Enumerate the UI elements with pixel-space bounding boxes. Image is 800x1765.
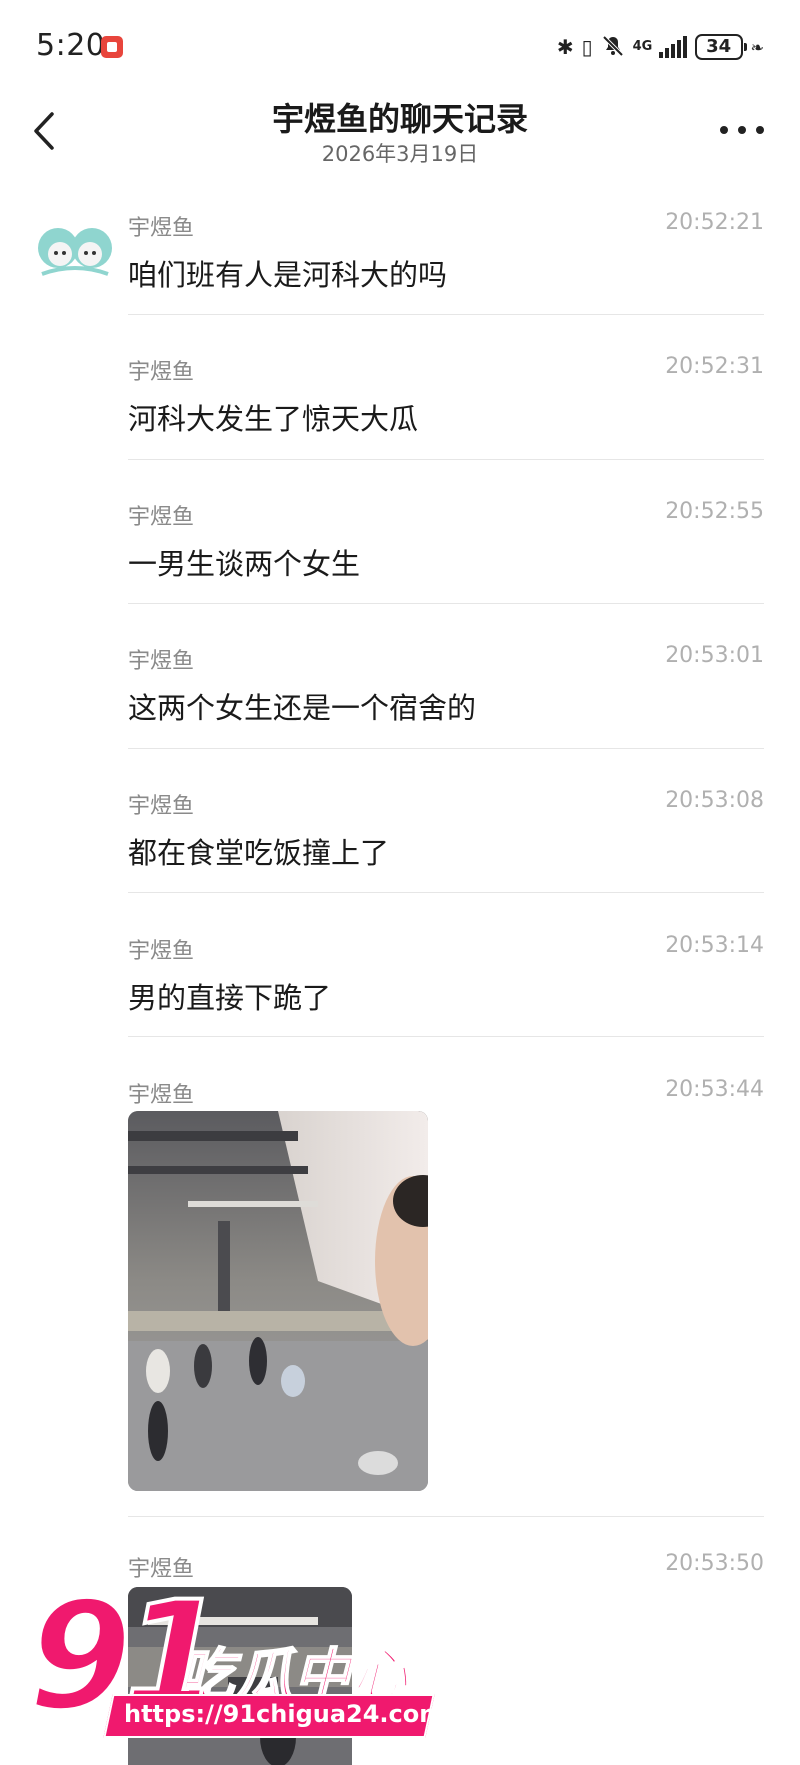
leaf-icon: ❧ [750, 37, 764, 57]
message-item[interactable]: 宇煜鱼 20:52:21 咱们班有人是河科大的吗 [128, 210, 764, 292]
message-item: 宇煜鱼 20:53:44 [128, 1077, 764, 1108]
message-photo[interactable] [128, 1111, 428, 1491]
message-item: 宇煜鱼 20:53:50 [128, 1551, 764, 1582]
network-type-icon: 4G [632, 39, 653, 54]
message-item[interactable]: 宇煜鱼 20:53:01 这两个女生还是一个宿舍的 [128, 643, 764, 725]
status-icons: ✱ ▯ 4G 34 ❧ [557, 30, 764, 64]
message-time: 20:53:08 [665, 788, 764, 813]
message-sender: 宇煜鱼 [128, 1083, 195, 1108]
muted-bell-icon [601, 34, 625, 61]
divider [128, 603, 764, 604]
divider [128, 314, 764, 315]
message-text: 都在食堂吃饭撞上了 [128, 836, 390, 870]
message-item[interactable]: 宇煜鱼 20:53:08 都在食堂吃饭撞上了 [128, 788, 764, 870]
divider [128, 748, 764, 749]
message-time: 20:52:55 [665, 499, 764, 524]
watermark-logo: 91 吃瓜中心 https://91chigua24.com [26, 1580, 444, 1762]
status-bar: 5:20 ✱ ▯ 4G 34 ❧ [0, 0, 800, 90]
message-item[interactable]: 宇煜鱼 20:52:55 一男生谈两个女生 [128, 499, 764, 581]
message-time: 20:53:50 [665, 1551, 764, 1576]
divider [128, 459, 764, 460]
message-text: 这两个女生还是一个宿舍的 [128, 691, 477, 725]
message-item[interactable]: 宇煜鱼 20:52:31 河科大发生了惊天大瓜 [128, 354, 764, 436]
message-sender: 宇煜鱼 [128, 505, 195, 530]
divider [128, 1516, 764, 1517]
message-time: 20:52:21 [665, 210, 764, 235]
status-time: 5:20 [36, 28, 106, 63]
avatar[interactable] [36, 218, 114, 278]
message-time: 20:53:44 [665, 1077, 764, 1102]
message-text: 河科大发生了惊天大瓜 [128, 402, 419, 436]
screen-record-icon [101, 36, 123, 58]
page-date: 2026年3月19日 [321, 142, 479, 166]
message-time: 20:52:31 [665, 354, 764, 379]
bluetooth-icon: ✱ [556, 35, 574, 59]
divider [128, 1036, 764, 1037]
battery-icon: 34 [694, 34, 747, 60]
more-options-icon[interactable] [720, 118, 764, 142]
vibrate-icon: ▯ [581, 35, 593, 59]
message-time: 20:53:01 [665, 643, 764, 668]
message-text: 咱们班有人是河科大的吗 [128, 258, 448, 292]
message-sender: 宇煜鱼 [128, 649, 195, 674]
message-time: 20:53:14 [665, 933, 764, 958]
watermark-url: https://91chigua24.com [124, 1700, 445, 1728]
signal-icon [658, 36, 687, 58]
message-sender: 宇煜鱼 [128, 360, 195, 385]
message-sender: 宇煜鱼 [128, 939, 195, 964]
message-text: 一男生谈两个女生 [128, 547, 361, 581]
message-sender: 宇煜鱼 [128, 794, 195, 819]
nav-bar: 宇煜鱼的聊天记录 2026年3月19日 [0, 90, 800, 180]
message-item[interactable]: 宇煜鱼 20:53:14 男的直接下跪了 [128, 933, 764, 1015]
divider [128, 892, 764, 893]
message-text: 男的直接下跪了 [128, 981, 332, 1015]
message-sender: 宇煜鱼 [128, 216, 195, 241]
page-title: 宇煜鱼的聊天记录 [271, 100, 528, 138]
